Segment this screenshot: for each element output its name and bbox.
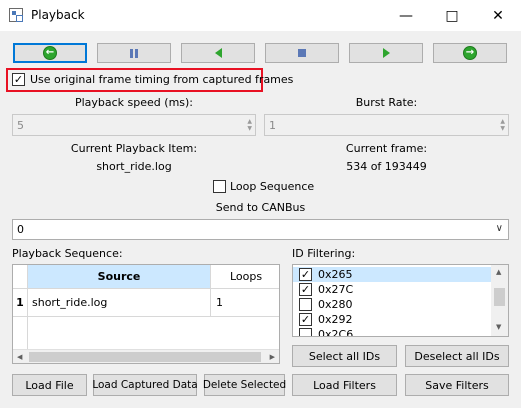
checkbox-unchecked-icon[interactable] [299, 298, 312, 311]
checkbox-checked-icon[interactable]: ✓ [299, 313, 312, 326]
current-frame-label: Current frame: [345, 142, 428, 155]
checkbox-checked-icon[interactable]: ✓ [299, 283, 312, 296]
playback-speed-spinbox[interactable]: 5 ▲ ▼ [12, 114, 256, 136]
scrollbar-thumb[interactable] [29, 352, 261, 362]
load-filters-button[interactable]: Load Filters [292, 374, 397, 396]
current-playback-item-value: short_ride.log [96, 160, 172, 173]
id-label: 0x280 [318, 298, 353, 311]
minimize-button[interactable]: — [383, 0, 429, 31]
playback-speed-value: 5 [17, 118, 24, 132]
horizontal-scrollbar[interactable]: ◀ ▶ [13, 349, 279, 363]
load-captured-data-button[interactable]: Load Captured Data [92, 374, 198, 396]
window-title: Playback [31, 8, 85, 22]
green-circle-back-icon: ← [43, 46, 57, 60]
id-label: 0x292 [318, 313, 353, 326]
app-icon [9, 8, 23, 22]
table-cell-source[interactable]: short_ride.log [28, 289, 211, 317]
id-filtering-label: ID Filtering: [292, 247, 356, 260]
deselect-all-ids-button[interactable]: Deselect all IDs [405, 345, 509, 367]
playback-sequence-table[interactable]: Source Loops 1 short_ride.log 1 ◀ ▶ [12, 264, 280, 364]
scrollbar-thumb[interactable] [494, 288, 505, 306]
id-filter-list[interactable]: ✓ 0x265 ✓ 0x27C 0x280 ✓ 0x292 0x2C6 ▲ ▼ [292, 264, 509, 337]
current-playback-item-label: Current Playback Item: [70, 142, 198, 155]
spin-arrows-icon: ▲ ▼ [247, 118, 252, 132]
scroll-left-icon[interactable]: ◀ [17, 353, 22, 361]
scroll-down-icon[interactable]: ▼ [496, 323, 501, 331]
chevron-down-icon: ∨ [495, 223, 503, 234]
close-button[interactable]: ✕ [475, 0, 521, 31]
list-item[interactable]: ✓ 0x292 [293, 312, 491, 327]
step-back-button[interactable] [181, 43, 255, 63]
loop-sequence-checkbox[interactable]: Loop Sequence [213, 180, 314, 193]
loop-sequence-label: Loop Sequence [230, 180, 315, 193]
playback-speed-label: Playback speed (ms): [74, 96, 194, 109]
step-forward-button[interactable] [349, 43, 423, 63]
column-header-loops[interactable]: Loops [211, 265, 279, 289]
step-back-icon [214, 48, 222, 58]
checkbox-unchecked-icon[interactable] [299, 328, 312, 336]
green-circle-forward-icon: → [463, 46, 477, 60]
list-item[interactable]: 0x2C6 [293, 327, 491, 337]
stop-button[interactable] [265, 43, 339, 63]
id-label: 0x265 [318, 268, 353, 281]
load-file-button[interactable]: Load File [12, 374, 87, 396]
title-bar: Playback — □ ✕ [0, 0, 521, 31]
column-header-source[interactable]: Source [28, 265, 211, 289]
id-label: 0x27C [318, 283, 354, 296]
save-filters-button[interactable]: Save Filters [405, 374, 509, 396]
select-all-ids-button[interactable]: Select all IDs [292, 345, 397, 367]
maximize-button[interactable]: □ [429, 0, 475, 31]
current-frame-value: 534 of 193449 [346, 160, 427, 173]
table-corner[interactable] [13, 265, 28, 289]
burst-rate-value: 1 [269, 118, 276, 132]
checkbox-checked-icon[interactable]: ✓ [299, 268, 312, 281]
burst-rate-spinbox[interactable]: 1 ▲ ▼ [264, 114, 509, 136]
use-original-timing-label: Use original frame timing from captured … [30, 73, 294, 86]
step-forward-icon [382, 48, 390, 58]
playback-sequence-label: Playback Sequence: [12, 247, 123, 260]
use-original-timing-checkbox[interactable]: ✓ Use original frame timing from capture… [12, 73, 293, 86]
stop-icon [298, 49, 306, 57]
vertical-scrollbar[interactable]: ▲ ▼ [491, 265, 508, 336]
canbus-selected-value: 0 [17, 223, 24, 236]
table-cell-loops[interactable]: 1 [211, 289, 279, 317]
pause-icon [130, 48, 138, 58]
send-to-canbus-label: Send to CANBus [215, 201, 306, 214]
checkbox-checked-icon[interactable]: ✓ [12, 73, 25, 86]
list-item[interactable]: ✓ 0x27C [293, 282, 491, 297]
pause-button[interactable] [97, 43, 171, 63]
spin-arrows-icon: ▲ ▼ [500, 118, 505, 132]
play-forward-button[interactable]: → [433, 43, 507, 63]
delete-selected-button[interactable]: Delete Selected [203, 374, 286, 396]
play-backward-button[interactable]: ← [13, 43, 87, 63]
checkbox-unchecked-icon[interactable] [213, 180, 226, 193]
list-item[interactable]: 0x280 [293, 297, 491, 312]
row-index[interactable]: 1 [13, 289, 28, 317]
canbus-select[interactable]: 0 ∨ [12, 219, 509, 240]
scroll-up-icon[interactable]: ▲ [496, 268, 501, 276]
burst-rate-label: Burst Rate: [355, 96, 418, 109]
id-label: 0x2C6 [318, 328, 354, 337]
scroll-right-icon[interactable]: ▶ [270, 353, 275, 361]
list-item[interactable]: ✓ 0x265 [293, 267, 491, 282]
